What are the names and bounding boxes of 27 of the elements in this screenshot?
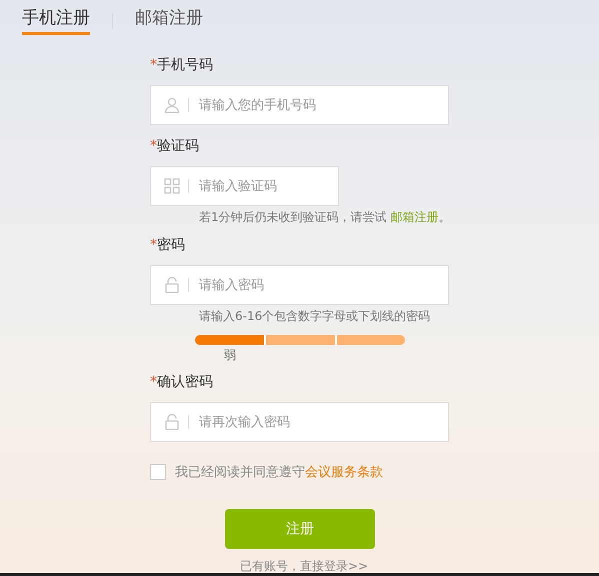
login-link[interactable]: 已有账号，直接登录>> — [240, 558, 599, 573]
hint-text: 若1分钟后仍未收到验证码，请尝试 邮箱注册。 — [198, 209, 452, 226]
strength-label: 弱 — [224, 347, 237, 364]
input-box[interactable]: 请输入您的手机号码 — [150, 85, 449, 125]
person-icon — [164, 97, 180, 113]
input-field[interactable]: 请输入您的手机号码 — [199, 86, 448, 124]
agreement-text: 我已经阅读并同意遵守 — [175, 464, 305, 481]
input-field[interactable]: 请输入验证码 — [199, 167, 338, 205]
field-label: *手机号码 — [150, 56, 214, 75]
hint-text: 请输入6-16个包含数字字母或下划线的密码 — [198, 308, 432, 325]
lock-icon — [164, 414, 180, 430]
email-register-link[interactable]: 邮箱注册 — [390, 210, 438, 224]
field-label: *确认密码 — [150, 373, 214, 392]
terms-link[interactable]: 会议服务条款 — [305, 463, 383, 481]
grid-icon — [164, 178, 180, 194]
input-field[interactable]: 请输入密码 — [199, 266, 448, 304]
tab[interactable]: 邮箱注册 — [135, 6, 203, 35]
checkbox[interactable] — [150, 464, 166, 480]
field-label: *验证码 — [150, 137, 200, 156]
input-field[interactable]: 请再次输入密码 — [199, 403, 448, 441]
input-box[interactable]: 请再次输入密码 — [150, 402, 449, 442]
field-label: *密码 — [150, 236, 186, 255]
register-button[interactable]: 注册 — [225, 509, 375, 549]
input-box[interactable]: 请输入密码 — [150, 265, 449, 305]
lock-icon — [164, 277, 180, 293]
input-box[interactable]: 请输入验证码 — [150, 166, 339, 206]
tab[interactable]: 手机注册 — [22, 6, 90, 35]
